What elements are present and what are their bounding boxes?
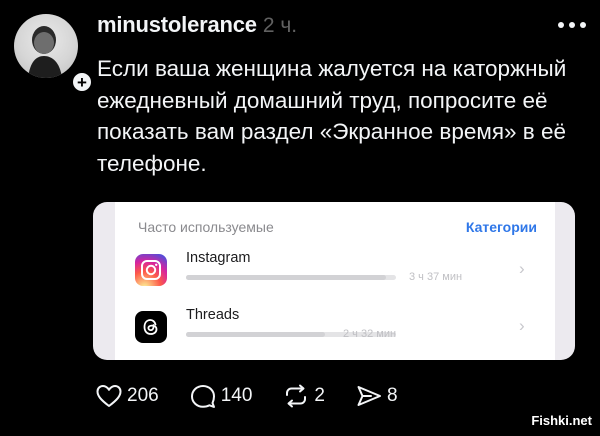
app-row-instagram: Instagram 3 ч 37 мин ›: [115, 250, 535, 302]
instagram-icon: [135, 254, 167, 286]
most-used-title: Часто используемые: [138, 219, 274, 235]
avatar-photo: [28, 26, 62, 78]
send-icon: [357, 386, 381, 406]
usage-bar-fill: [186, 275, 386, 280]
usage-bar: [186, 275, 396, 280]
post-text: Если ваша женщина жалуется на каторжный …: [97, 56, 567, 176]
avatar[interactable]: [14, 14, 78, 78]
post-time: 2 ч.: [262, 14, 298, 37]
more-options-icon[interactable]: [558, 14, 586, 36]
categories-link: Категории: [465, 219, 537, 235]
comment-icon: [190, 385, 215, 408]
post-header-avatar[interactable]: +: [14, 14, 94, 94]
shares-count: 8: [386, 385, 398, 406]
threads-icon: [135, 311, 167, 343]
like-button[interactable]: 206: [95, 383, 159, 409]
chevron-right-icon: ›: [519, 259, 525, 278]
share-button[interactable]: 8: [355, 383, 398, 409]
repost-icon: [286, 384, 307, 408]
post-actions: 206 140 2 8: [95, 383, 428, 409]
username[interactable]: minustolerance: [97, 12, 257, 38]
comments-count: 140: [220, 385, 253, 406]
follow-button[interactable]: +: [70, 70, 94, 94]
app-row-threads: Threads 2 ч 32 мин ›: [115, 307, 535, 359]
comment-button[interactable]: 140: [189, 383, 253, 409]
repost-button[interactable]: 2: [282, 383, 325, 409]
screen-time-header: Часто используемые Категории: [138, 219, 537, 235]
app-usage-time: 2 ч 32 мин: [343, 328, 397, 340]
screenshot-image[interactable]: Часто используемые Категории Instagram 3…: [93, 202, 575, 360]
usage-bar-fill: [186, 332, 325, 337]
app-usage-time: 3 ч 37 мин: [409, 271, 463, 283]
watermark-logo: Fishki.net: [531, 413, 592, 428]
heart-icon: [96, 385, 122, 407]
reposts-count: 2: [314, 385, 325, 406]
post-header: minustolerance 2 ч.: [97, 12, 297, 38]
likes-count: 206: [127, 385, 159, 406]
app-name: Threads: [186, 307, 240, 323]
app-name: Instagram: [186, 250, 251, 266]
chevron-right-icon: ›: [519, 316, 525, 335]
